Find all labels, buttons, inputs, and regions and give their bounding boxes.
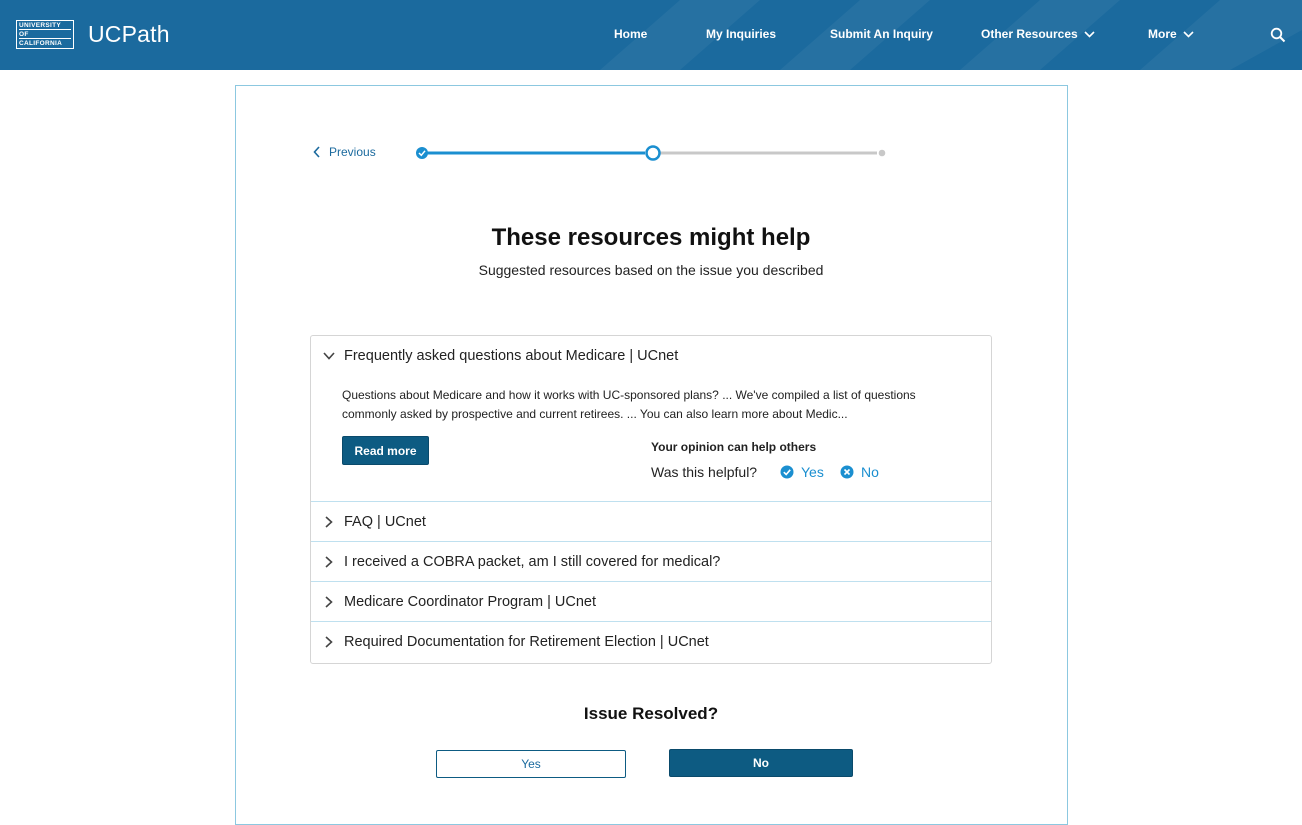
nav-label: Home (614, 27, 648, 41)
chevron-right-icon (325, 556, 333, 568)
nav-label: Other Resources (981, 27, 1078, 41)
no-label: No (861, 464, 879, 480)
previous-label: Previous (329, 145, 376, 159)
top-navigation-bar: UNIVERSITY OF CALIFORNIA UCPath Home My … (0, 0, 1302, 70)
resource-title: FAQ | UCnet (344, 514, 426, 530)
resource-title: I received a COBRA packet, am I still co… (344, 554, 721, 570)
check-circle-icon (780, 465, 794, 479)
opinion-title: Your opinion can help others (651, 440, 817, 454)
resource-header[interactable]: I received a COBRA packet, am I still co… (323, 542, 720, 582)
nav-label: My Inquiries (706, 27, 777, 41)
search-icon[interactable] (1270, 27, 1286, 43)
chevron-down-icon (1084, 30, 1095, 38)
logo-line: CALIFORNIA (19, 40, 63, 47)
app-name: UCPath (88, 21, 170, 47)
uc-logo-mark: UNIVERSITY OF CALIFORNIA (16, 20, 74, 49)
nav-label: More (1148, 27, 1177, 41)
resource-item[interactable]: FAQ | UCnet (311, 502, 991, 542)
logo-line: UNIVERSITY (19, 22, 71, 30)
logo-line: OF (19, 31, 71, 39)
resource-title: Frequently asked questions about Medicar… (344, 348, 679, 364)
resource-item-expanded: Frequently asked questions about Medicar… (311, 336, 991, 502)
page-subtitle: Suggested resources based on the issue y… (478, 262, 824, 278)
previous-button[interactable]: Previous (313, 145, 376, 159)
nav-other-resources[interactable]: Other Resources (981, 27, 1095, 41)
helpful-question: Was this helpful? (651, 464, 758, 480)
chevron-down-icon (1183, 30, 1194, 38)
resource-title: Required Documentation for Retirement El… (344, 634, 709, 650)
helpful-no-button[interactable]: No (840, 464, 879, 480)
step-3-pending-icon (878, 149, 886, 157)
ucpath-logo[interactable]: UNIVERSITY OF CALIFORNIA UCPath (16, 20, 170, 49)
resource-header[interactable]: Required Documentation for Retirement El… (323, 622, 709, 662)
resource-header[interactable]: FAQ | UCnet (323, 502, 426, 542)
chevron-left-icon (313, 146, 320, 158)
yes-label: Yes (801, 464, 824, 480)
header-stripes-decoration (600, 0, 1302, 70)
resource-header[interactable]: Frequently asked questions about Medicar… (323, 336, 678, 376)
nav-more[interactable]: More (1148, 27, 1194, 41)
issue-resolved-question: Issue Resolved? (583, 704, 719, 723)
nav-my-inquiries[interactable]: My Inquiries (706, 27, 776, 41)
chevron-right-icon (325, 516, 333, 528)
helpful-yes-button[interactable]: Yes (780, 464, 824, 480)
page-title: These resources might help (491, 224, 811, 251)
read-more-button[interactable]: Read more (342, 436, 429, 465)
x-circle-icon (840, 465, 854, 479)
issue-resolved-yes-button[interactable]: Yes (436, 750, 626, 778)
step-progress-bar (416, 145, 886, 161)
chevron-right-icon (325, 596, 333, 608)
resource-item[interactable]: I received a COBRA packet, am I still co… (311, 542, 991, 582)
description-line: Questions about Medicare and how it work… (342, 388, 916, 402)
resources-accordion: Frequently asked questions about Medicar… (310, 335, 992, 664)
resource-description: Questions about Medicare and how it work… (342, 386, 962, 424)
resource-item[interactable]: Required Documentation for Retirement El… (311, 622, 991, 663)
issue-resolved-no-button[interactable]: No (669, 749, 853, 777)
resource-item[interactable]: Medicare Coordinator Program | UCnet (311, 582, 991, 622)
nav-label: Submit An Inquiry (830, 27, 933, 41)
step-1-complete-icon (416, 147, 428, 159)
chevron-down-icon (323, 352, 335, 360)
nav-home[interactable]: Home (614, 27, 647, 41)
step-2-current-icon (645, 145, 661, 161)
resource-title: Medicare Coordinator Program | UCnet (344, 594, 596, 610)
nav-submit-an-inquiry[interactable]: Submit An Inquiry (830, 27, 933, 41)
description-line: commonly asked by prospective and curren… (342, 407, 848, 421)
chevron-right-icon (325, 636, 333, 648)
resource-header[interactable]: Medicare Coordinator Program | UCnet (323, 582, 596, 622)
